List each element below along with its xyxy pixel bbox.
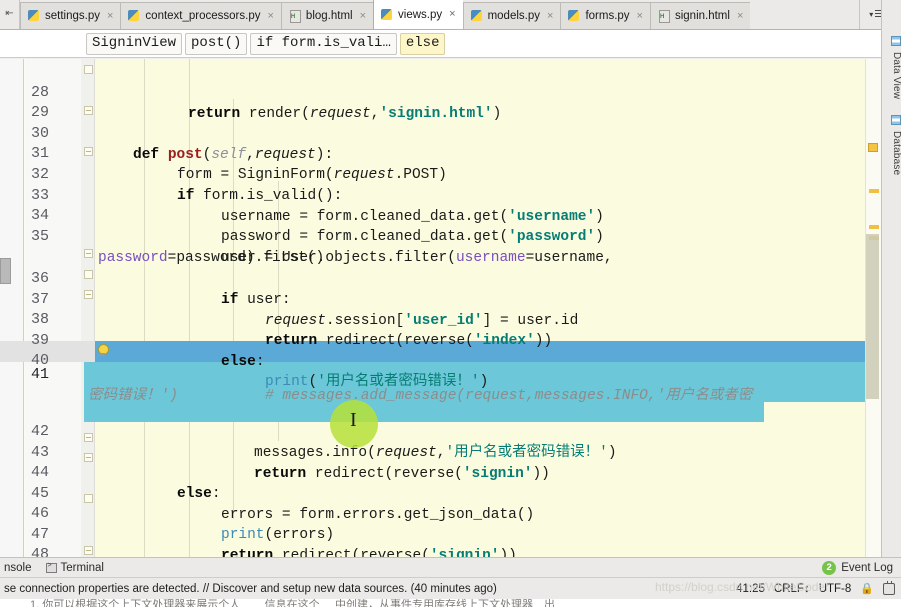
tool-tab-terminal[interactable]: Terminal xyxy=(42,558,114,578)
tab-close-icon[interactable]: × xyxy=(266,10,274,22)
tool-tab-label: Data View xyxy=(891,51,901,100)
pycharm-window: ⇤ settings.py × context_processors.py × … xyxy=(0,0,901,607)
tab-label: blog.html xyxy=(305,10,353,22)
tool-tab-label: nsole xyxy=(4,561,32,574)
code-line: 35 user = User.objects.filter(username=u… xyxy=(0,207,881,265)
code-line: 34 password = form.cleaned_data.get('pas… xyxy=(0,186,881,244)
status-bar: se connection properties are detected. /… xyxy=(0,577,901,599)
breadcrumb-item-method[interactable]: post() xyxy=(185,32,248,55)
right-tool-window-bar: Data View Database xyxy=(881,0,901,557)
code-editor[interactable]: 28 return render(request,'signin.html') … xyxy=(0,59,881,557)
lock-icon[interactable]: 🔒 xyxy=(860,582,874,595)
breadcrumb: SigninView post() if form.is_vali… else xyxy=(0,30,881,58)
breadcrumb-item-else[interactable]: else xyxy=(399,32,446,55)
html-file-icon xyxy=(658,9,671,23)
pin-icon[interactable]: ⇤ xyxy=(5,9,13,19)
tab-close-icon[interactable]: × xyxy=(448,9,456,20)
tab-blog-html[interactable]: blog.html × xyxy=(280,2,374,29)
tab-label: context_processors.py xyxy=(145,10,261,22)
code-line-wrapped: password=password).first() xyxy=(0,228,881,266)
clipped-bottom-strip: 1. 你可以根据这个上下文处理器来展示个人 信息在这个 中创建，从事件专用库存线… xyxy=(0,599,901,607)
table-icon xyxy=(891,36,901,46)
editor-vertical-scrollbar[interactable] xyxy=(866,234,879,399)
tab-bar-pin-area[interactable]: ⇤ xyxy=(0,0,20,29)
line-separator-indicator[interactable]: CRLF↕ xyxy=(774,583,810,595)
code-line: 29 xyxy=(0,83,881,121)
marker-warning-box[interactable] xyxy=(868,143,878,152)
event-log-label: Event Log xyxy=(841,561,893,574)
editor-tab-bar: ⇤ settings.py × context_processors.py × … xyxy=(0,0,901,30)
code-line: 30 def post(self,request): xyxy=(0,104,881,162)
code-line: 49 xyxy=(0,546,881,557)
code-line: 43 return redirect(reverse('signin')) xyxy=(0,423,881,481)
tab-label: signin.html xyxy=(674,10,730,22)
tab-close-icon[interactable]: × xyxy=(546,10,554,22)
tab-settings-py[interactable]: settings.py × xyxy=(20,2,121,29)
tab-close-icon[interactable]: × xyxy=(106,10,114,22)
python-file-icon xyxy=(568,9,581,23)
marker-warning[interactable] xyxy=(869,225,879,229)
code-line: 47 return redirect(reverse('signin')) xyxy=(0,505,881,557)
text-cursor-icon: I xyxy=(350,409,357,431)
editor-tabs: settings.py × context_processors.py × bl… xyxy=(20,0,859,29)
code-line: 28 return render(request,'signin.html') xyxy=(0,63,881,121)
tool-tab-data-view[interactable]: Data View xyxy=(882,36,901,99)
code-line: 39 else: xyxy=(0,311,881,369)
chevron-down-icon[interactable]: ▾ xyxy=(869,10,873,19)
code-line-wrapped: 密码错误！') xyxy=(0,366,881,404)
tab-close-icon[interactable]: × xyxy=(359,10,367,22)
status-message[interactable]: se connection properties are detected. /… xyxy=(0,583,497,595)
terminal-icon xyxy=(45,562,57,573)
status-indicators: 41:25 CRLF↕ UTF-8 🔒 xyxy=(736,580,901,595)
tab-context-processors-py[interactable]: context_processors.py × xyxy=(120,2,281,29)
code-line-selected: 41 # messages.add_message(request,messag… xyxy=(0,345,881,403)
tab-close-icon[interactable]: × xyxy=(636,10,644,22)
tab-models-py[interactable]: models.py × xyxy=(462,2,561,29)
plug-icon[interactable] xyxy=(883,580,895,595)
code-text-layer: 28 return render(request,'signin.html') … xyxy=(0,59,881,557)
code-line: 37 request.session['user_id'] = user.id xyxy=(0,270,881,328)
python-file-icon xyxy=(381,8,394,22)
python-file-icon xyxy=(28,9,41,23)
breadcrumb-item-if[interactable]: if form.is_vali… xyxy=(250,32,397,55)
event-log-button[interactable]: 2 Event Log xyxy=(822,560,901,575)
event-log-count-badge: 2 xyxy=(822,560,837,575)
clipped-bottom-text: 1. 你可以根据这个上下文处理器来展示个人 信息在这个 中创建，从事件专用库存线… xyxy=(30,599,555,607)
breadcrumb-item-class[interactable]: SigninView xyxy=(86,32,183,55)
tool-tab-database[interactable]: Database xyxy=(882,115,901,175)
code-line: 36 if user: xyxy=(0,249,881,307)
bottom-tool-window-bar: nsole Terminal 2 Event Log xyxy=(0,557,901,577)
html-file-icon xyxy=(289,9,302,23)
tool-tab-label: Database xyxy=(891,130,901,176)
tab-label: forms.py xyxy=(585,10,630,22)
python-file-icon xyxy=(470,9,484,23)
code-line: 48 xyxy=(0,525,881,557)
code-line: 44 else: xyxy=(0,443,881,501)
tool-tab-console[interactable]: nsole xyxy=(0,558,42,578)
tab-close-icon[interactable]: × xyxy=(736,10,744,22)
tab-views-py[interactable]: views.py × xyxy=(373,0,463,29)
tab-label: settings.py xyxy=(45,10,100,22)
tool-window-resize-grip[interactable] xyxy=(0,258,11,284)
code-line: 32 if form.is_valid(): xyxy=(0,145,881,203)
tool-tab-label: Terminal xyxy=(60,561,104,574)
encoding-indicator[interactable]: UTF-8 xyxy=(819,583,852,595)
tab-label: views.py xyxy=(398,8,443,21)
python-file-icon xyxy=(128,9,141,23)
caret-position-indicator[interactable]: 41:25 xyxy=(736,583,765,595)
tab-signin-html[interactable]: signin.html × xyxy=(649,2,751,29)
database-icon xyxy=(891,115,901,125)
code-line: 33 username = form.cleaned_data.get('use… xyxy=(0,166,881,224)
code-line: 38 return redirect(reverse('index')) xyxy=(0,290,881,348)
marker-warning[interactable] xyxy=(869,189,879,193)
code-line: 31 form = SigninForm(request.POST) xyxy=(0,124,881,182)
tab-label: models.py xyxy=(487,10,540,22)
code-line: 45 errors = form.errors.get_json_data() xyxy=(0,464,881,522)
tab-forms-py[interactable]: forms.py × xyxy=(560,2,650,29)
code-line: 42 messages.info(request,'用户名或者密码错误！') xyxy=(0,402,881,460)
code-line: 46 print(errors) xyxy=(0,484,881,542)
